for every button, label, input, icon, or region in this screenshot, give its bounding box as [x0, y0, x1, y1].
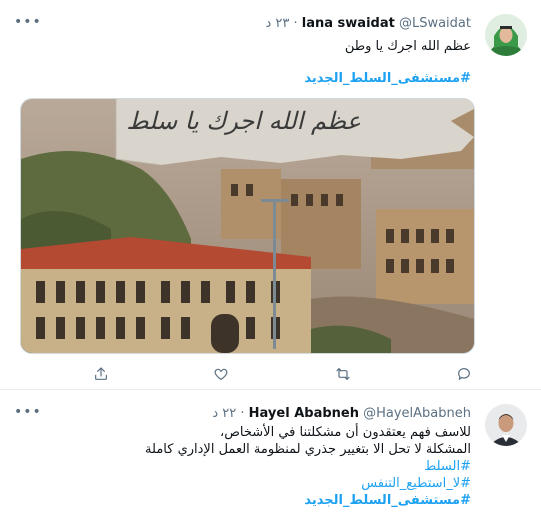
like-icon[interactable] — [210, 364, 232, 384]
display-name[interactable]: lana swaidat — [302, 16, 395, 31]
hashtag-link[interactable]: #مستشفى_السلط_الجديد — [304, 70, 471, 87]
text-line: المشكلة لا تحل الا بتغيير جذري لمنظومة ا… — [145, 442, 471, 457]
separator-dot: · — [240, 406, 245, 421]
user-handle[interactable]: @HayelAbabneh — [363, 406, 471, 421]
tweet-card-1[interactable]: lana swaidat @LSwaidat · ٢٣ د ••• عظم ال… — [0, 0, 541, 390]
hashtag-link[interactable]: #مستشفى_السلط_الجديد — [145, 492, 471, 509]
tweet-text: للاسف فهم يعتقدون أن مشكلتنا في الأشخاص،… — [145, 424, 471, 509]
tweet-header: Hayel Ababneh @HayelAbabneh · ٢٢ د — [212, 406, 471, 421]
tweet-card-2[interactable]: Hayel Ababneh @HayelAbabneh · ٢٢ د ••• ل… — [0, 390, 541, 519]
more-icon[interactable]: ••• — [14, 404, 42, 420]
display-name[interactable]: Hayel Ababneh — [249, 406, 359, 421]
timestamp[interactable]: ٢٣ د — [265, 16, 289, 31]
separator-dot: · — [293, 16, 298, 31]
tweet-header: lana swaidat @LSwaidat · ٢٣ د — [265, 16, 471, 31]
user-handle[interactable]: @LSwaidat — [399, 16, 471, 31]
text-line: للاسف فهم يعتقدون أن مشكلتنا في الأشخاص، — [220, 425, 471, 440]
avatar[interactable] — [485, 404, 527, 446]
salt-city-photo — [21, 99, 474, 353]
retweet-icon[interactable] — [332, 364, 354, 384]
avatar[interactable] — [485, 14, 527, 56]
tweet-image[interactable]: عظم الله اجرك يا سلط — [20, 98, 475, 354]
image-caption: عظم الله اجرك يا سلط — [126, 107, 361, 135]
tweet-actions — [20, 364, 473, 384]
more-icon[interactable]: ••• — [14, 14, 42, 30]
hashtag-link[interactable]: #السلط — [145, 458, 471, 475]
tweet-text: عظم الله اجرك يا وطن — [344, 39, 471, 54]
timestamp[interactable]: ٢٢ د — [212, 406, 236, 421]
reply-icon[interactable] — [453, 364, 475, 384]
share-icon[interactable] — [90, 364, 112, 384]
hashtag-link[interactable]: #لا_استطيع_التنفس — [145, 475, 471, 492]
